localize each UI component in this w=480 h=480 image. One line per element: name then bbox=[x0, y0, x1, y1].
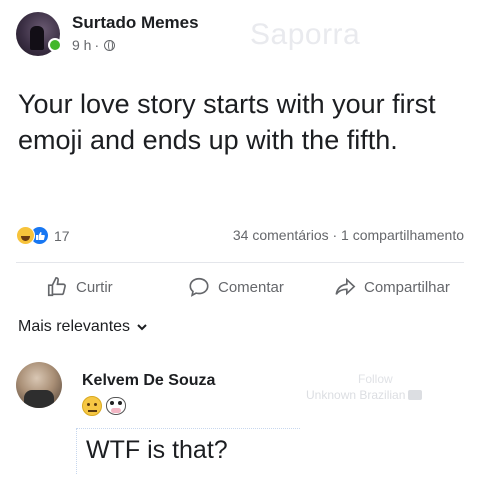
channel-watermark: Unknown Brazilian bbox=[306, 388, 423, 402]
follow-watermark: Follow bbox=[358, 372, 393, 386]
commenter-name[interactable]: Kelvem De Souza bbox=[82, 372, 215, 390]
comment-share-stats[interactable]: 34 comentários · 1 compartilhamento bbox=[233, 227, 464, 243]
like-button[interactable]: Curtir bbox=[46, 276, 113, 298]
comment-label: Comentar bbox=[218, 278, 284, 296]
comment-sort-dropdown[interactable]: Mais relevantes bbox=[18, 318, 148, 336]
channel-watermark-text: Unknown Brazilian bbox=[306, 388, 406, 402]
divider bbox=[16, 262, 464, 263]
share-arrow-icon bbox=[335, 277, 356, 296]
neutral-face-icon bbox=[82, 396, 102, 416]
commenter-avatar[interactable] bbox=[16, 362, 62, 408]
page-name[interactable]: Surtado Memes bbox=[72, 13, 199, 33]
post-time[interactable]: 9 h bbox=[72, 37, 91, 53]
reaction-count: 17 bbox=[54, 227, 70, 244]
comment-text: WTF is that? bbox=[86, 436, 228, 464]
online-status-dot bbox=[48, 38, 62, 52]
thumbs-up-icon bbox=[47, 277, 66, 297]
camera-icon bbox=[408, 390, 423, 400]
reactions-summary[interactable]: 17 bbox=[16, 226, 70, 245]
share-label: Compartilhar bbox=[364, 278, 450, 296]
like-label: Curtir bbox=[76, 278, 113, 296]
post-text: Your love story starts with your first e… bbox=[18, 89, 436, 155]
sort-label: Mais relevantes bbox=[18, 318, 131, 335]
share-button[interactable]: Compartilhar bbox=[334, 276, 450, 298]
meta-separator: · bbox=[94, 37, 100, 53]
cow-face-icon bbox=[106, 397, 126, 415]
commenter-emoji-row bbox=[82, 396, 126, 416]
post-meta: 9 h · bbox=[72, 37, 116, 53]
comment-button[interactable]: Comentar bbox=[188, 276, 284, 298]
globe-icon bbox=[104, 39, 116, 51]
comment-bubble-icon bbox=[189, 277, 209, 297]
haha-reaction-icon bbox=[16, 226, 35, 245]
chevron-down-icon bbox=[137, 324, 147, 331]
watermark-text: Saporra bbox=[250, 18, 361, 51]
